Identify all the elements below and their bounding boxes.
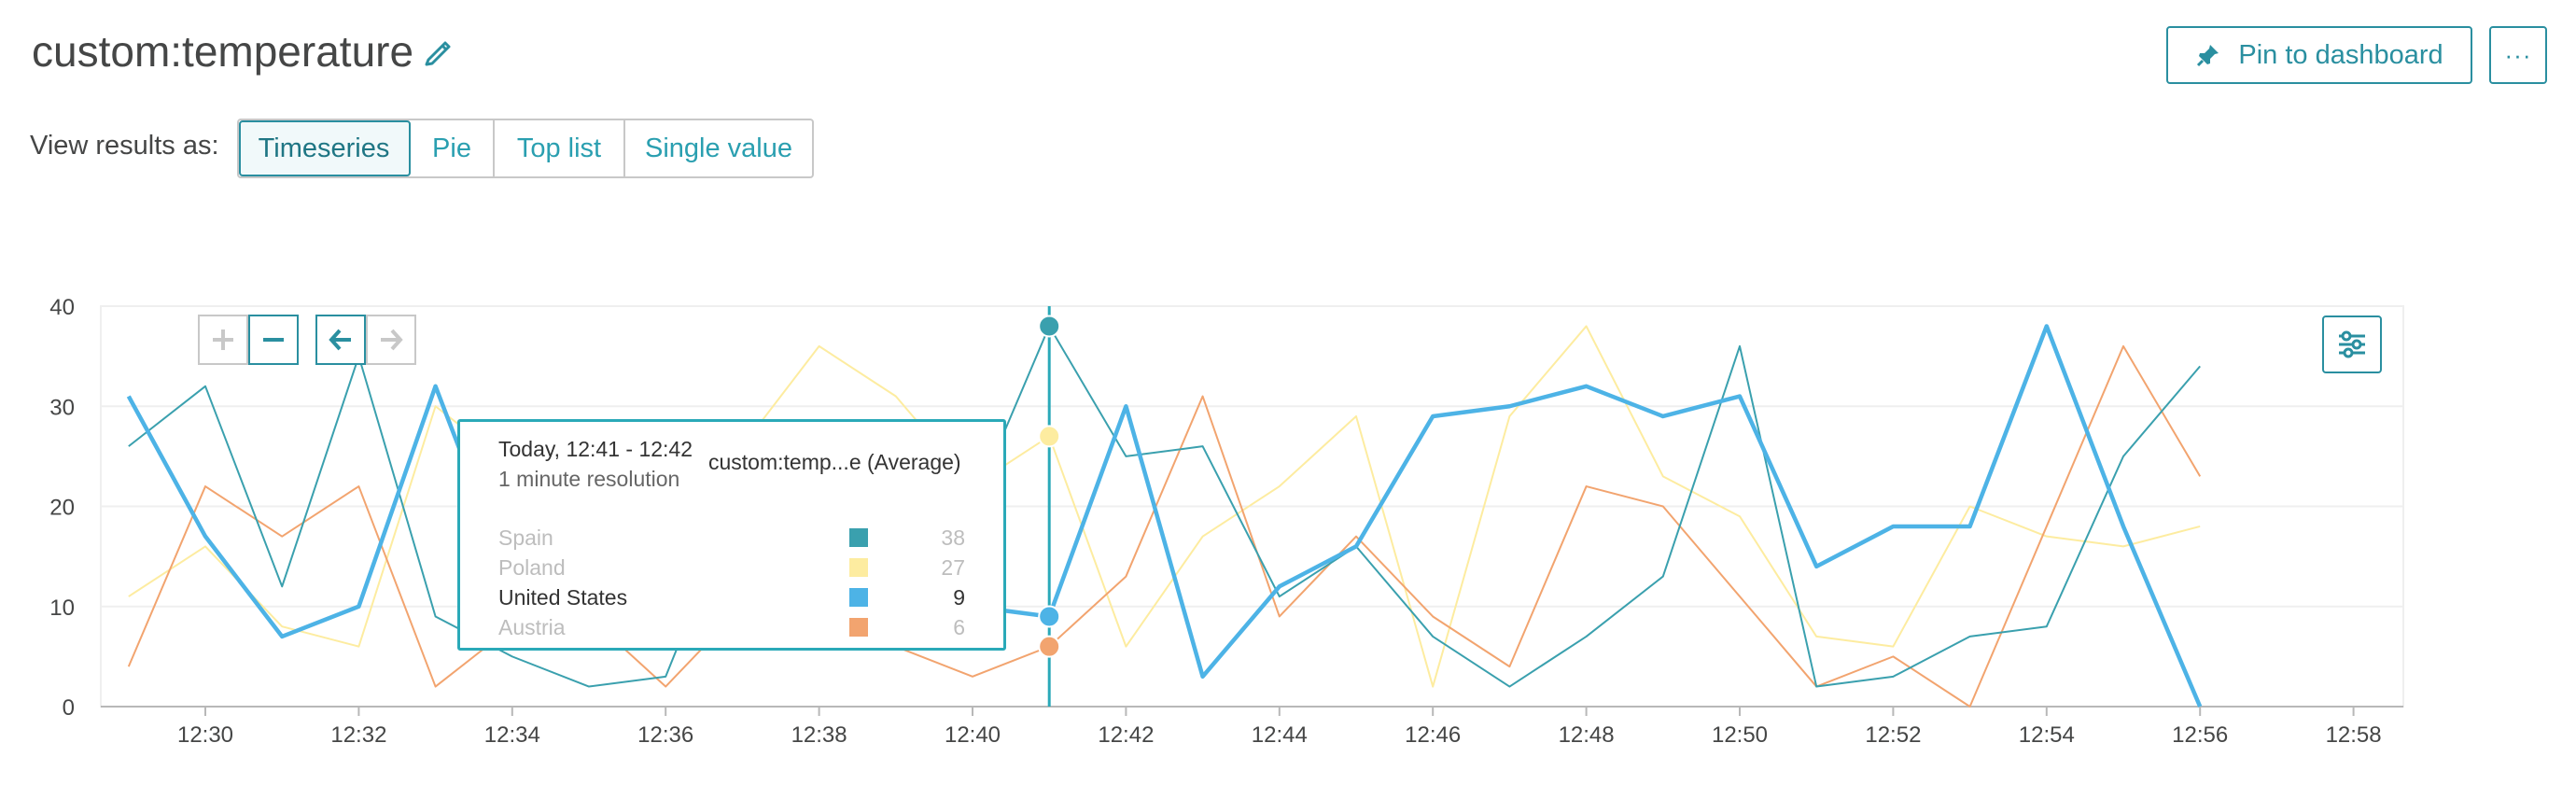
zoom-controls: [198, 315, 299, 367]
highlight-point-austria: [1038, 635, 1061, 658]
tooltip-time: Today, 12:41 - 12:42: [498, 437, 693, 461]
x-tick-label: 12:42: [1098, 722, 1154, 748]
highlight-point-poland: [1038, 425, 1061, 448]
zoom-in-button[interactable]: [198, 315, 248, 365]
zoom-out-button[interactable]: [248, 315, 299, 365]
highlight-point-spain: [1038, 315, 1061, 338]
x-tick-label: 12:46: [1405, 722, 1461, 748]
x-tick-label: 12:44: [1252, 722, 1308, 748]
pan-controls: [315, 315, 416, 367]
tooltip-resolution: 1 minute resolution: [498, 467, 680, 491]
x-tick-label: 12:50: [1712, 722, 1768, 748]
x-tick-label: 12:32: [330, 722, 386, 748]
x-tick-label: 12:52: [1865, 722, 1921, 748]
highlight-point-united-states: [1038, 605, 1061, 628]
x-tick-label: 12:40: [945, 722, 1001, 748]
chart-tooltip: Today, 12:41 - 12:42 1 minute resolution…: [457, 419, 1006, 651]
legend-swatch: [849, 588, 868, 607]
x-tick-label: 12:58: [2326, 722, 2382, 748]
minus-icon: [263, 338, 284, 342]
tooltip-row-name: Austria: [498, 615, 566, 639]
y-tick-label: 40: [49, 295, 75, 320]
y-tick-label: 30: [49, 395, 75, 420]
timeseries-chart[interactable]: 0 10 20 30 40 12:30 12:32 12:34 12:36 12:38 12:40 1…: [0, 0, 2576, 799]
y-tick-label: 10: [49, 596, 75, 621]
pan-right-button[interactable]: [366, 315, 416, 365]
arrow-right-icon: [381, 329, 403, 351]
x-tick-label: 12:34: [484, 722, 540, 748]
tooltip-row-austria: Austria 6: [498, 615, 965, 643]
tooltip-row-united-states: United States 9: [498, 585, 965, 613]
x-tick-label: 12:30: [177, 722, 233, 748]
y-tick-label: 20: [49, 496, 75, 521]
legend-swatch: [849, 618, 868, 637]
x-tick-label: 12:54: [2019, 722, 2075, 748]
chart-grid: [100, 305, 2404, 708]
legend-swatch: [849, 558, 868, 577]
sliders-icon: [2339, 330, 2365, 358]
y-tick-label: 0: [63, 695, 75, 721]
tooltip-row-poland: Poland 27: [498, 555, 965, 583]
tooltip-row-name: Spain: [498, 526, 553, 550]
x-tick-label: 12:48: [1559, 722, 1615, 748]
tooltip-row-value: 27: [941, 555, 965, 580]
x-tick-label: 12:56: [2172, 722, 2228, 748]
tooltip-row-name: Poland: [498, 555, 566, 580]
tooltip-row-value: 6: [953, 615, 965, 639]
series-line-united-states: [126, 324, 2203, 708]
legend-swatch: [849, 528, 868, 547]
tooltip-row-value: 38: [941, 526, 965, 550]
tooltip-row-value: 9: [953, 585, 965, 610]
x-tick-label: 12:36: [637, 722, 693, 748]
chart-series: [126, 324, 2203, 708]
plus-icon: [213, 329, 233, 350]
chart-settings-button[interactable]: [2322, 315, 2382, 373]
tooltip-row-spain: Spain 38: [498, 526, 965, 554]
tooltip-row-name: United States: [498, 585, 628, 610]
pan-left-button[interactable]: [315, 315, 366, 365]
tooltip-metric: custom:temp...e (Average): [708, 450, 961, 474]
x-tick-label: 12:38: [791, 722, 847, 748]
arrow-left-icon: [329, 329, 351, 351]
